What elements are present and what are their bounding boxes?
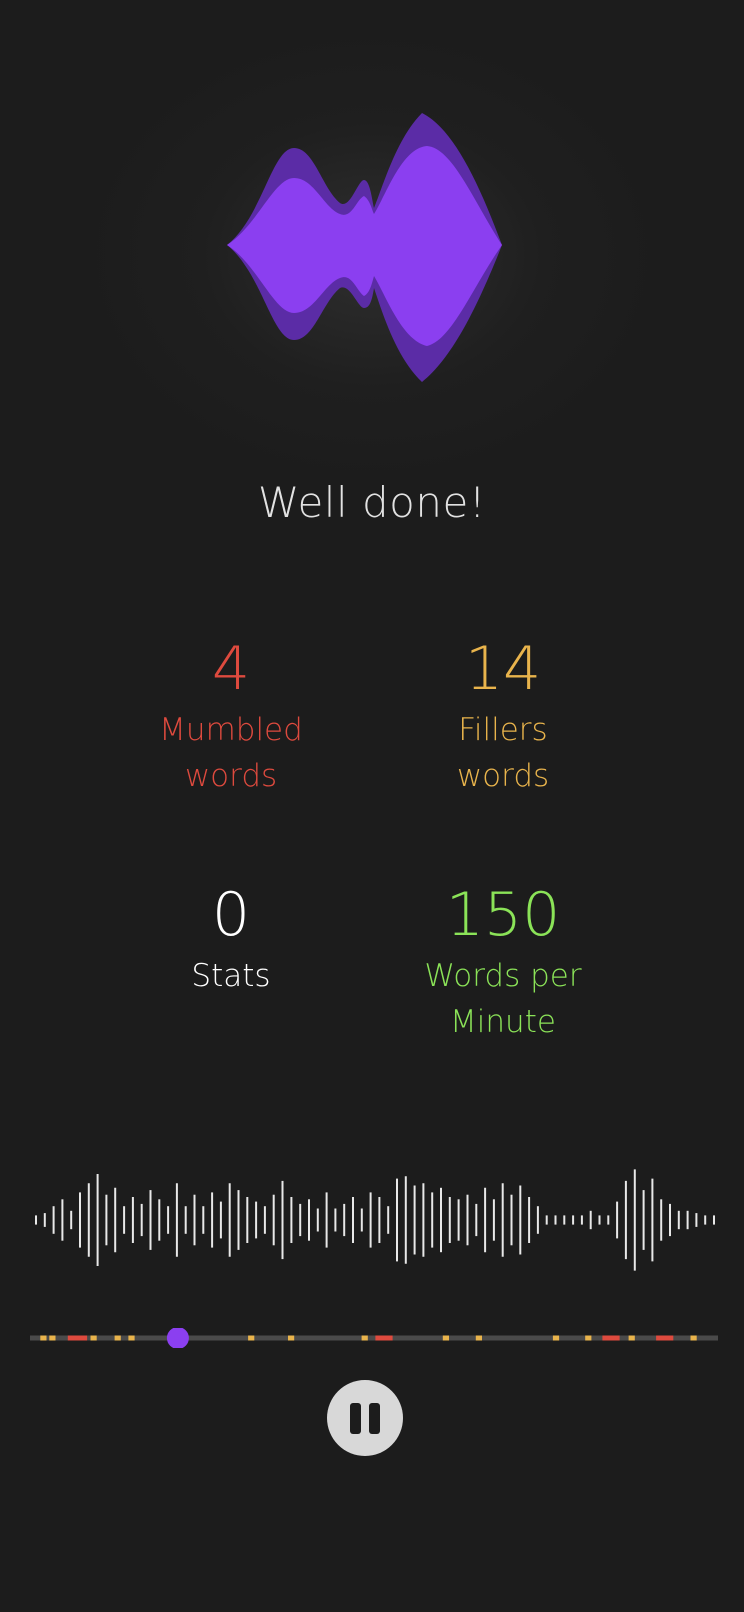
stat-stats-value: 0: [211, 880, 251, 950]
stat-words-per-minute: 150 Words per Minute: [373, 879, 633, 1045]
stat-filler-words: 14 Fillers words: [373, 633, 633, 799]
stat-wpm-label-line1: Words per: [424, 958, 582, 994]
stat-fillers-label-line2: words: [456, 758, 550, 794]
filler-marker: [552, 1335, 560, 1341]
pause-bar-left: [350, 1402, 361, 1434]
stat-mumbled-value: 4: [211, 634, 251, 704]
mumble-marker: [67, 1335, 88, 1341]
filler-marker: [40, 1335, 47, 1341]
stat-wpm-label-line2: Minute: [450, 1004, 556, 1040]
stat-stats: 0 Stats: [101, 879, 361, 999]
pause-bar-right: [369, 1402, 380, 1434]
stat-fillers-value: 14: [464, 634, 542, 704]
filler-marker: [361, 1335, 368, 1341]
filler-marker: [585, 1335, 592, 1341]
mumble-marker: [656, 1335, 674, 1341]
results-screen: Well done! 4 Mumbled words 14 Fillers wo…: [0, 0, 744, 1612]
filler-marker: [248, 1335, 255, 1341]
mumble-marker: [375, 1335, 393, 1341]
voice-visualizer-blob: [227, 113, 502, 382]
stat-stats-label: Stats: [191, 958, 271, 994]
filler-marker: [49, 1335, 56, 1341]
filler-marker: [114, 1335, 121, 1341]
filler-marker: [90, 1335, 97, 1341]
stat-mumbled-label-line2: words: [184, 758, 278, 794]
stat-fillers-label-line1: Fillers: [458, 712, 548, 748]
pause-button[interactable]: [327, 1380, 403, 1456]
stat-wpm-label: Words per Minute: [373, 953, 633, 1045]
filler-marker: [442, 1335, 449, 1341]
filler-marker: [690, 1335, 697, 1341]
stat-wpm-value: 150: [445, 880, 561, 950]
stat-mumbled-label: Mumbled words: [101, 707, 361, 799]
playback-scrubber[interactable]: [30, 1328, 718, 1348]
scrubber-handle[interactable]: [166, 1328, 189, 1348]
stat-mumbled-label-line1: Mumbled: [159, 712, 303, 748]
stat-mumbled-words: 4 Mumbled words: [101, 633, 361, 799]
mumble-marker: [602, 1335, 620, 1341]
pause-icon: [350, 1402, 380, 1434]
stat-fillers-label: Fillers words: [373, 707, 633, 799]
audio-waveform: [35, 1169, 715, 1271]
completion-headline: Well done!: [257, 478, 487, 527]
filler-marker: [288, 1335, 295, 1341]
filler-marker: [128, 1335, 135, 1341]
filler-marker: [475, 1335, 482, 1341]
filler-marker: [628, 1335, 635, 1341]
